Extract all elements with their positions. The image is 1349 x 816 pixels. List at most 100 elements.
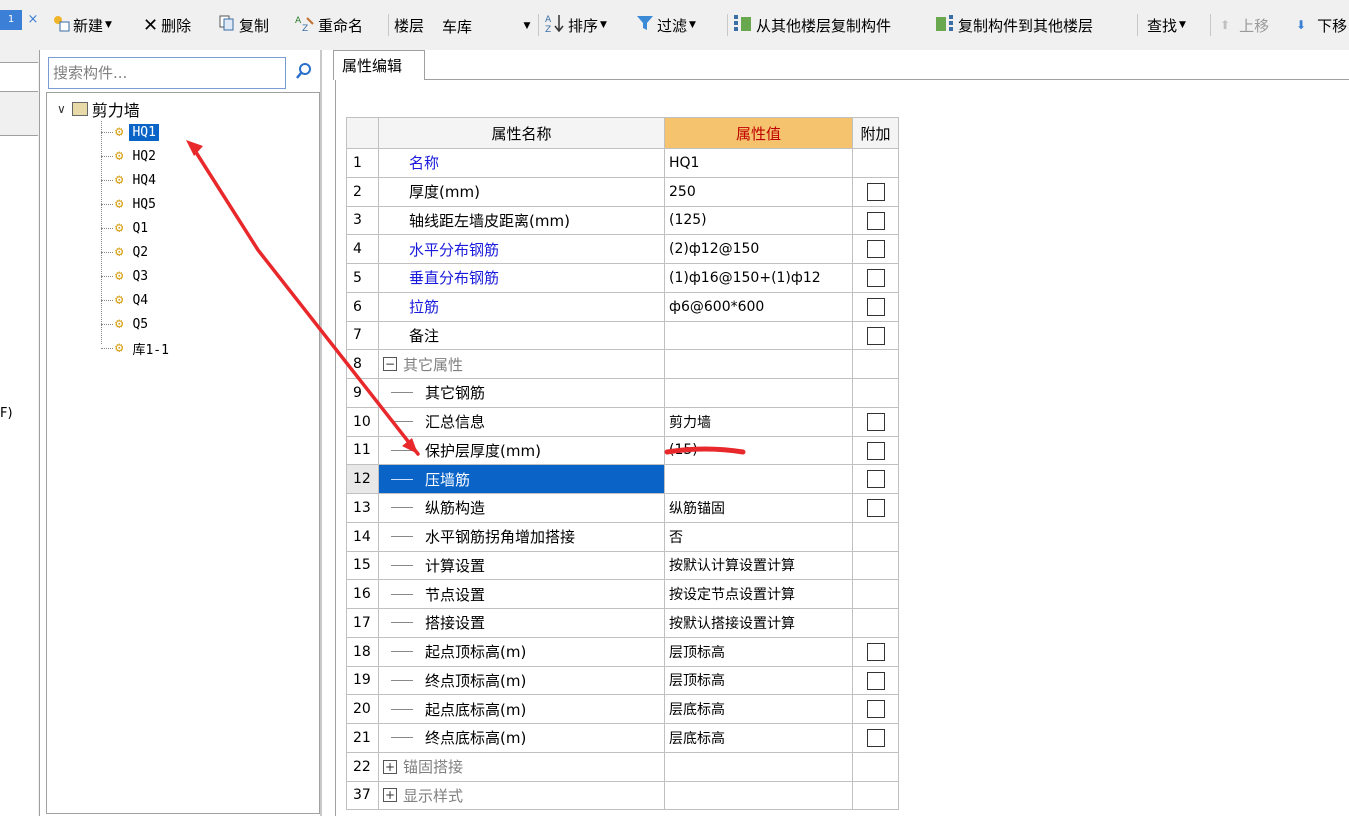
property-row[interactable]: 1 名称 HQ1 bbox=[346, 148, 899, 178]
property-value-cell[interactable] bbox=[664, 378, 853, 408]
property-row[interactable]: 17 搭接设置 按默认搭接设置计算 bbox=[346, 608, 899, 638]
tree-item[interactable]: ⚙ Q2 bbox=[101, 241, 151, 263]
property-row[interactable]: 6 拉筋 ф6@600*600 bbox=[346, 291, 899, 322]
property-value-cell[interactable] bbox=[664, 464, 853, 494]
new-button[interactable]: 新建 ▼ bbox=[52, 12, 112, 38]
property-name-cell[interactable]: + 锚固搭接 bbox=[378, 751, 665, 782]
property-name-cell[interactable]: 保护层厚度(mm) bbox=[378, 435, 665, 466]
property-row[interactable]: 3 轴线距左墙皮距离(mm) (125) bbox=[346, 205, 899, 236]
property-row[interactable]: 7 备注 bbox=[346, 320, 899, 351]
property-name-cell[interactable]: 拉筋 bbox=[378, 291, 665, 322]
property-name-cell[interactable]: 水平分布钢筋 bbox=[378, 234, 665, 264]
property-row[interactable]: 5 垂直分布钢筋 (1)ф16@150+(1)ф12 bbox=[346, 263, 899, 293]
header-property-name[interactable]: 属性名称 bbox=[378, 117, 665, 149]
property-name-cell[interactable]: 其它钢筋 bbox=[378, 378, 665, 408]
property-name-cell[interactable]: 名称 bbox=[378, 148, 665, 178]
property-value-cell[interactable]: 纵筋锚固 bbox=[664, 493, 853, 523]
tab-property-edit[interactable]: 属性编辑 bbox=[333, 50, 425, 80]
property-name-cell[interactable]: 起点顶标高(m) bbox=[378, 636, 665, 667]
property-name-cell[interactable]: 水平钢筋拐角增加搭接 bbox=[378, 521, 665, 552]
property-value-cell[interactable]: 250 bbox=[664, 176, 853, 207]
extra-checkbox[interactable] bbox=[866, 729, 885, 748]
delete-button[interactable]: ✕ 删除 bbox=[143, 12, 191, 38]
header-property-value[interactable]: 属性值 bbox=[664, 117, 853, 149]
property-name-cell[interactable]: − 其它属性 bbox=[378, 349, 665, 379]
extra-checkbox[interactable] bbox=[866, 211, 885, 230]
property-value-cell[interactable] bbox=[664, 751, 853, 782]
extra-checkbox[interactable] bbox=[866, 297, 885, 316]
extra-checkbox[interactable] bbox=[866, 499, 885, 518]
property-row[interactable]: 18 起点顶标高(m) 层顶标高 bbox=[346, 636, 899, 667]
tree-item[interactable]: ⚙ HQ5 bbox=[101, 193, 159, 215]
property-value-cell[interactable]: 按设定节点设置计算 bbox=[664, 579, 853, 609]
property-value-cell[interactable]: 剪力墙 bbox=[664, 406, 853, 437]
property-name-cell[interactable]: 汇总信息 bbox=[378, 406, 665, 437]
sort-button[interactable]: AZ 排序 ▼ bbox=[545, 12, 607, 38]
property-value-cell[interactable]: (1)ф16@150+(1)ф12 bbox=[664, 263, 853, 293]
property-name-cell[interactable]: 纵筋构造 bbox=[378, 493, 665, 523]
filter-button[interactable]: 过滤 ▼ bbox=[636, 12, 696, 38]
property-row[interactable]: 21 终点底标高(m) 层底标高 bbox=[346, 723, 899, 753]
property-value-cell[interactable]: (2)ф12@150 bbox=[664, 234, 853, 264]
property-name-cell[interactable]: 终点顶标高(m) bbox=[378, 665, 665, 696]
tree-item[interactable]: ⚙ Q4 bbox=[101, 289, 151, 311]
tree-item[interactable]: ⚙ HQ4 bbox=[101, 169, 159, 191]
property-row[interactable]: 4 水平分布钢筋 (2)ф12@150 bbox=[346, 234, 899, 264]
close-icon[interactable]: × bbox=[24, 10, 42, 30]
expand-icon[interactable]: + bbox=[383, 788, 397, 803]
extra-checkbox[interactable] bbox=[866, 240, 885, 259]
property-name-cell[interactable]: 搭接设置 bbox=[378, 608, 665, 638]
property-row[interactable]: 14 水平钢筋拐角增加搭接 否 bbox=[346, 521, 899, 552]
property-value-cell[interactable]: 按默认计算设置计算 bbox=[664, 550, 853, 581]
property-value-cell[interactable]: ф6@600*600 bbox=[664, 291, 853, 322]
property-row[interactable]: 37 + 显示样式 bbox=[346, 780, 899, 811]
search-button[interactable] bbox=[290, 57, 318, 89]
find-button[interactable]: 查找 ▼ bbox=[1147, 12, 1186, 38]
collapse-icon[interactable]: − bbox=[383, 357, 397, 372]
property-name-cell[interactable]: 压墙筋 bbox=[378, 464, 665, 494]
panel-tab-stub[interactable]: 1 × bbox=[0, 10, 44, 30]
property-value-cell[interactable]: HQ1 bbox=[664, 148, 853, 178]
property-name-cell[interactable]: 垂直分布钢筋 bbox=[378, 263, 665, 293]
extra-checkbox[interactable] bbox=[866, 700, 885, 719]
property-value-cell[interactable]: (125) bbox=[664, 205, 853, 236]
floor-select[interactable]: 车库 ▼ bbox=[438, 14, 534, 38]
property-name-cell[interactable]: 轴线距左墙皮距离(mm) bbox=[378, 205, 665, 236]
property-value-cell[interactable] bbox=[664, 780, 853, 811]
property-row[interactable]: 20 起点底标高(m) 层底标高 bbox=[346, 694, 899, 724]
expand-icon[interactable]: + bbox=[383, 759, 397, 774]
tree-item[interactable]: ⚙ 库1-1 bbox=[101, 337, 172, 359]
property-name-cell[interactable]: 节点设置 bbox=[378, 579, 665, 609]
extra-checkbox[interactable] bbox=[866, 470, 885, 489]
property-value-cell[interactable]: 层顶标高 bbox=[664, 665, 853, 696]
extra-checkbox[interactable] bbox=[866, 182, 885, 201]
tree-root-shear-wall[interactable]: ∨ 剪力墙 bbox=[57, 97, 140, 121]
property-value-cell[interactable]: (15) bbox=[664, 435, 853, 466]
move-down-button[interactable]: ⬇ 下移 bbox=[1296, 12, 1347, 38]
move-up-button[interactable]: ⬆ 上移 bbox=[1220, 12, 1269, 38]
tree-item[interactable]: ⚙ Q3 bbox=[101, 265, 151, 287]
property-name-cell[interactable]: 计算设置 bbox=[378, 550, 665, 581]
chevron-down-icon[interactable]: ∨ bbox=[57, 102, 66, 116]
rename-button[interactable]: AZ 重命名 bbox=[295, 12, 363, 38]
property-row[interactable]: 8− 其它属性 bbox=[346, 349, 899, 379]
property-value-cell[interactable] bbox=[664, 349, 853, 379]
property-row[interactable]: 12 压墙筋 bbox=[346, 464, 899, 494]
property-row[interactable]: 2 厚度(mm) 250 bbox=[346, 176, 899, 207]
property-name-cell[interactable]: 备注 bbox=[378, 320, 665, 351]
property-row[interactable]: 15 计算设置 按默认计算设置计算 bbox=[346, 550, 899, 581]
property-row[interactable]: 13 纵筋构造 纵筋锚固 bbox=[346, 493, 899, 523]
property-value-cell[interactable]: 按默认搭接设置计算 bbox=[664, 608, 853, 638]
copy-from-floor-button[interactable]: 从其他楼层复制构件 bbox=[733, 12, 891, 38]
extra-checkbox[interactable] bbox=[866, 269, 885, 288]
extra-checkbox[interactable] bbox=[866, 642, 885, 661]
copy-to-floor-button[interactable]: 复制构件到其他楼层 bbox=[935, 12, 1093, 38]
left-panel-list[interactable] bbox=[0, 135, 38, 816]
tree-item[interactable]: ⚙ Q1 bbox=[101, 217, 151, 239]
property-name-cell[interactable]: 终点底标高(m) bbox=[378, 723, 665, 753]
property-row[interactable]: 10 汇总信息 剪力墙 bbox=[346, 406, 899, 437]
property-row[interactable]: 22 + 锚固搭接 bbox=[346, 751, 899, 782]
property-name-cell[interactable]: 厚度(mm) bbox=[378, 176, 665, 207]
property-row[interactable]: 11 保护层厚度(mm) (15) bbox=[346, 435, 899, 466]
tree-item[interactable]: ⚙ Q5 bbox=[101, 313, 151, 335]
